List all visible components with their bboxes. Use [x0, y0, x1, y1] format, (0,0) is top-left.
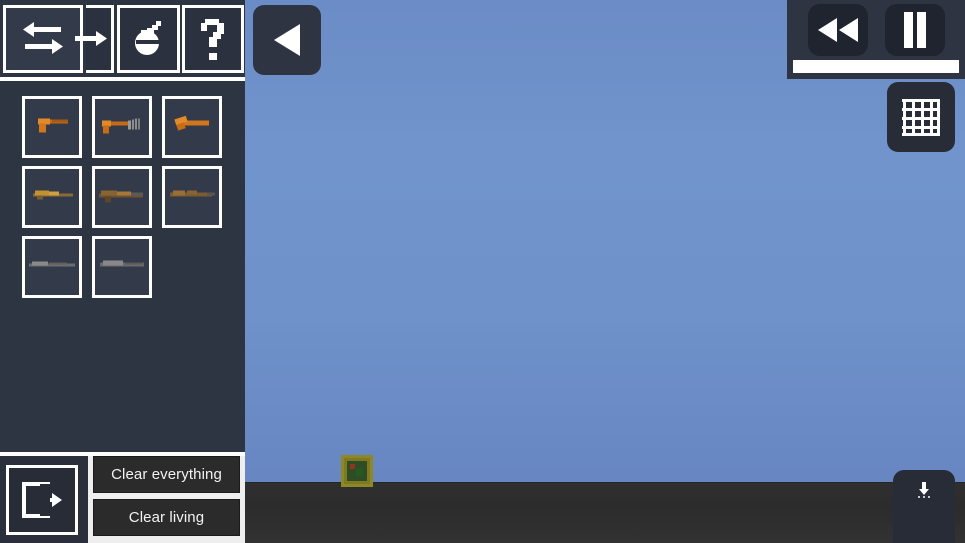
toolbar-underline: [0, 77, 245, 81]
grid-snap-toggle-button[interactable]: [887, 82, 955, 152]
clear-everything-button[interactable]: Clear everything: [93, 456, 240, 493]
question-mark-icon: [185, 8, 241, 70]
inventory-item-sawed-off[interactable]: [162, 96, 222, 158]
crate-marker-red: [350, 464, 355, 469]
download-arrow-icon: [893, 470, 955, 510]
editor-panel: Clear everything Clear living: [0, 0, 245, 543]
rewind-icon: [808, 4, 868, 56]
inventory-item-sniper-rifle[interactable]: [22, 236, 82, 298]
rifle-light-icon: [27, 185, 77, 210]
carbine-icon: [167, 185, 217, 210]
inventory-item-pistol[interactable]: [22, 96, 82, 158]
inventory-item-smg[interactable]: [92, 96, 152, 158]
pause-icon: [885, 4, 945, 56]
inventory-item-carbine[interactable]: [162, 166, 222, 228]
editor-panel-body: [0, 0, 245, 452]
tool-toolbar: [0, 0, 245, 81]
sniper-rifle-icon: [27, 256, 77, 279]
grenade-tool-button[interactable]: [117, 5, 180, 73]
grid-icon: [887, 82, 955, 152]
timeline-progress-bar[interactable]: [793, 60, 959, 73]
smg-icon: [98, 113, 146, 142]
inventory-item-assault-rifle[interactable]: [92, 166, 152, 228]
playback-controls: [787, 0, 965, 79]
sawed-off-icon: [169, 114, 215, 141]
clear-living-button[interactable]: Clear living: [93, 499, 240, 536]
weapon-inventory-grid: [22, 96, 222, 306]
move-tool-button[interactable]: [74, 5, 114, 73]
clear-buttons-container: Clear everything Clear living: [88, 452, 245, 543]
assault-rifle-icon: [97, 184, 147, 211]
arrow-right-icon: [74, 8, 111, 70]
editor-panel-footer: Clear everything Clear living: [0, 452, 245, 543]
help-tool-button[interactable]: [182, 5, 244, 73]
triangle-left-icon: [253, 5, 321, 75]
crate-marker-green: [356, 468, 363, 476]
swap-tool-button[interactable]: [3, 5, 83, 73]
pistol-icon: [30, 114, 74, 141]
swap-arrows-icon: [6, 8, 80, 70]
exit-editor-button[interactable]: [6, 465, 78, 535]
ammo-crate-object[interactable]: [341, 455, 373, 487]
pause-button[interactable]: [885, 4, 945, 56]
save-scene-button[interactable]: [893, 470, 955, 543]
grenade-icon: [120, 8, 177, 70]
inventory-item-heavy-rifle[interactable]: [92, 236, 152, 298]
exit-door-icon: [9, 468, 75, 532]
collapse-panel-button[interactable]: [253, 5, 321, 75]
heavy-rifle-icon: [97, 256, 147, 279]
inventory-item-rifle-light[interactable]: [22, 166, 82, 228]
rewind-button[interactable]: [808, 4, 868, 56]
game-editor-root: Clear everything Clear living: [0, 0, 965, 543]
